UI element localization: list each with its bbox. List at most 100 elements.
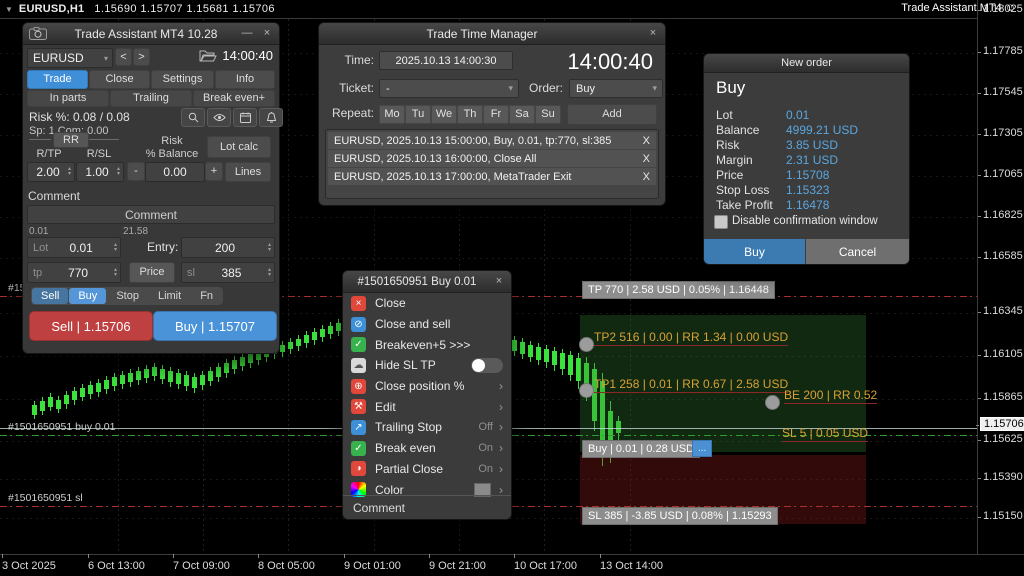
menu-item-close-position-percent[interactable]: ⊕ Close position % › [343, 376, 511, 397]
be-drag-dot[interactable] [765, 395, 780, 410]
ttm-title-bar[interactable]: Trade Time Manager × [319, 23, 665, 45]
assistant-title-bar[interactable]: Trade Assistant MT4 10.28 — × [23, 23, 279, 45]
rr-button[interactable]: RR [53, 132, 89, 148]
schedule-row[interactable]: EURUSD, 2025.10.13 16:00:00, Close All X [328, 150, 656, 167]
lot-field[interactable]: Lot 0.01 ▴▾ [27, 237, 121, 258]
menu-item-edit[interactable]: ⚒ Edit › [343, 396, 511, 417]
time-axis[interactable]: 3 Oct 20256 Oct 13:007 Oct 09:008 Oct 05… [0, 554, 1024, 576]
chevron-right-icon: › [499, 420, 503, 434]
spinner-arrows-icon[interactable]: ▴▾ [268, 268, 271, 278]
comment-input[interactable]: Comment [27, 205, 275, 224]
day-sa[interactable]: Sa [509, 105, 535, 124]
remove-button[interactable]: X [643, 171, 650, 183]
hide-sltp-toggle[interactable] [471, 358, 503, 373]
lines-button[interactable]: Lines [225, 162, 271, 182]
tab-in-parts[interactable]: In parts [27, 90, 109, 107]
spinner-arrows-icon[interactable]: ▴▾ [114, 268, 117, 278]
disable-confirmation-checkbox[interactable] [714, 215, 728, 229]
menu-item-breakeven5[interactable]: ✓ Breakeven+5 >>> [343, 334, 511, 355]
order-dropdown[interactable]: Buy ▾ [569, 79, 663, 98]
remove-button[interactable]: X [643, 135, 650, 147]
rtp-spinner[interactable]: 2.00▴▾ [27, 162, 75, 182]
cancel-button[interactable]: Cancel [806, 239, 909, 264]
day-th[interactable]: Th [457, 105, 483, 124]
tab-trailing[interactable]: Trailing [110, 90, 192, 107]
order-more-button[interactable]: ... [692, 440, 712, 457]
assistant-close-button[interactable]: × [259, 27, 275, 41]
tab-close[interactable]: Close [89, 70, 150, 89]
menu-item-hide-sltp[interactable]: ☁ Hide SL TP [343, 355, 511, 376]
tp-field[interactable]: tp 770 ▴▾ [27, 262, 121, 283]
risk-plus-button[interactable]: + [205, 162, 223, 181]
tp2-drag-dot[interactable] [579, 337, 594, 352]
minimize-button[interactable]: — [239, 27, 255, 41]
ttm-close-button[interactable]: × [645, 27, 661, 41]
day-we[interactable]: We [431, 105, 457, 124]
segment-limit[interactable]: Limit [149, 288, 190, 304]
menu-item-close-and-sell[interactable]: ⊘ Close and sell [343, 314, 511, 335]
segment-sell[interactable]: Sell [32, 288, 68, 304]
schedule-row[interactable]: EURUSD, 2025.10.13 15:00:00, Buy, 0.01, … [328, 132, 656, 149]
segment-buy[interactable]: Buy [69, 288, 106, 304]
next-symbol-button[interactable]: > [133, 48, 150, 66]
tp1-label[interactable]: TP1 258 | 0.01 | RR 0.67 | 2.58 USD [594, 377, 788, 393]
segment-stop[interactable]: Stop [107, 288, 148, 304]
confirm-buy-button[interactable]: Buy [704, 239, 805, 264]
spinner-arrows-icon[interactable]: ▴▾ [268, 243, 271, 253]
be-label[interactable]: BE 200 | RR 0.52 [784, 388, 877, 404]
camera-icon[interactable] [29, 27, 47, 40]
sl5-label[interactable]: SL 5 | 0.05 USD [782, 426, 868, 442]
tp-order-label[interactable]: TP 770 | 2.58 USD | 0.05% | 1.16448 [582, 281, 775, 299]
sell-button[interactable]: Sell | 1.15706 [29, 311, 153, 341]
tab-info[interactable]: Info [215, 70, 275, 89]
day-tu[interactable]: Tu [405, 105, 431, 124]
menu-item-trailing-stop[interactable]: ↗ Trailing Stop Off › [343, 417, 511, 438]
folder-icon[interactable] [199, 49, 217, 62]
entry-field[interactable]: 200 ▴▾ [181, 237, 275, 258]
day-fr[interactable]: Fr [483, 105, 509, 124]
menu-item-break-even[interactable]: ✓ Break even On › [343, 438, 511, 459]
ticket-dropdown[interactable]: - ▾ [379, 79, 519, 98]
tab-break-even[interactable]: Break even+ [193, 90, 275, 107]
eye-icon[interactable] [207, 108, 231, 127]
tp1-drag-dot[interactable] [579, 383, 594, 398]
menu-item-partial-close[interactable]: ◑ Partial Close On › [343, 459, 511, 480]
menu-item-close[interactable]: × Close [343, 293, 511, 314]
remove-button[interactable]: X [643, 153, 650, 165]
time-input[interactable]: 2025.10.13 14:00:30 [379, 51, 513, 70]
menu-item-comment[interactable]: Comment [343, 495, 511, 519]
rsl-spinner[interactable]: 1.00▴▾ [76, 162, 124, 182]
tab-trade[interactable]: Trade [27, 70, 88, 89]
price-axis[interactable]: 1.180251.177851.175451.173051.170651.168… [977, 0, 1024, 554]
order-detail-row: Stop Loss1.15323 [716, 183, 899, 198]
buy-button[interactable]: Buy | 1.15707 [153, 311, 277, 341]
risk-balance-field[interactable]: 0.00 [145, 162, 205, 182]
new-order-title-bar[interactable]: New order [704, 54, 909, 73]
context-menu-close-button[interactable]: × [491, 275, 507, 289]
bell-icon[interactable] [259, 108, 283, 127]
segment-fn[interactable]: Fn [191, 288, 222, 304]
schedule-row[interactable]: EURUSD, 2025.10.13 17:00:00, MetaTrader … [328, 168, 656, 185]
calendar-icon[interactable] [233, 108, 257, 127]
tp2-label[interactable]: TP2 516 | 0.00 | RR 1.34 | 0.00 USD [594, 330, 788, 346]
sl-field[interactable]: sl 385 ▴▾ [181, 262, 275, 283]
lot-calc-button[interactable]: Lot calc [207, 136, 271, 158]
spinner-arrows-icon[interactable]: ▴▾ [68, 167, 71, 177]
magnifier-icon[interactable] [181, 108, 205, 127]
sl-order-label[interactable]: SL 385 | -3.85 USD | 0.08% | 1.15293 [582, 507, 778, 525]
context-menu-title-bar[interactable]: #1501650951 Buy 0.01 × [343, 271, 511, 293]
current-price-tag: 1.15706 [980, 417, 1024, 431]
day-mo[interactable]: Mo [379, 105, 405, 124]
add-button[interactable]: Add [567, 104, 657, 125]
prev-symbol-button[interactable]: < [115, 48, 132, 66]
chart-dropdown-icon[interactable]: ▼ [5, 5, 13, 14]
tab-settings[interactable]: Settings [151, 70, 214, 89]
spinner-arrows-icon[interactable]: ▴▾ [114, 243, 117, 253]
risk-minus-button[interactable]: - [127, 162, 145, 181]
price-button[interactable]: Price [129, 262, 175, 283]
buy-order-label[interactable]: Buy | 0.01 | 0.28 USD [582, 440, 700, 458]
symbol-select[interactable]: EURUSD ▾ [27, 48, 113, 68]
spinner-arrows-icon[interactable]: ▴▾ [117, 167, 120, 177]
day-su[interactable]: Su [535, 105, 561, 124]
price-axis-label: 1.15150 [983, 510, 1023, 522]
